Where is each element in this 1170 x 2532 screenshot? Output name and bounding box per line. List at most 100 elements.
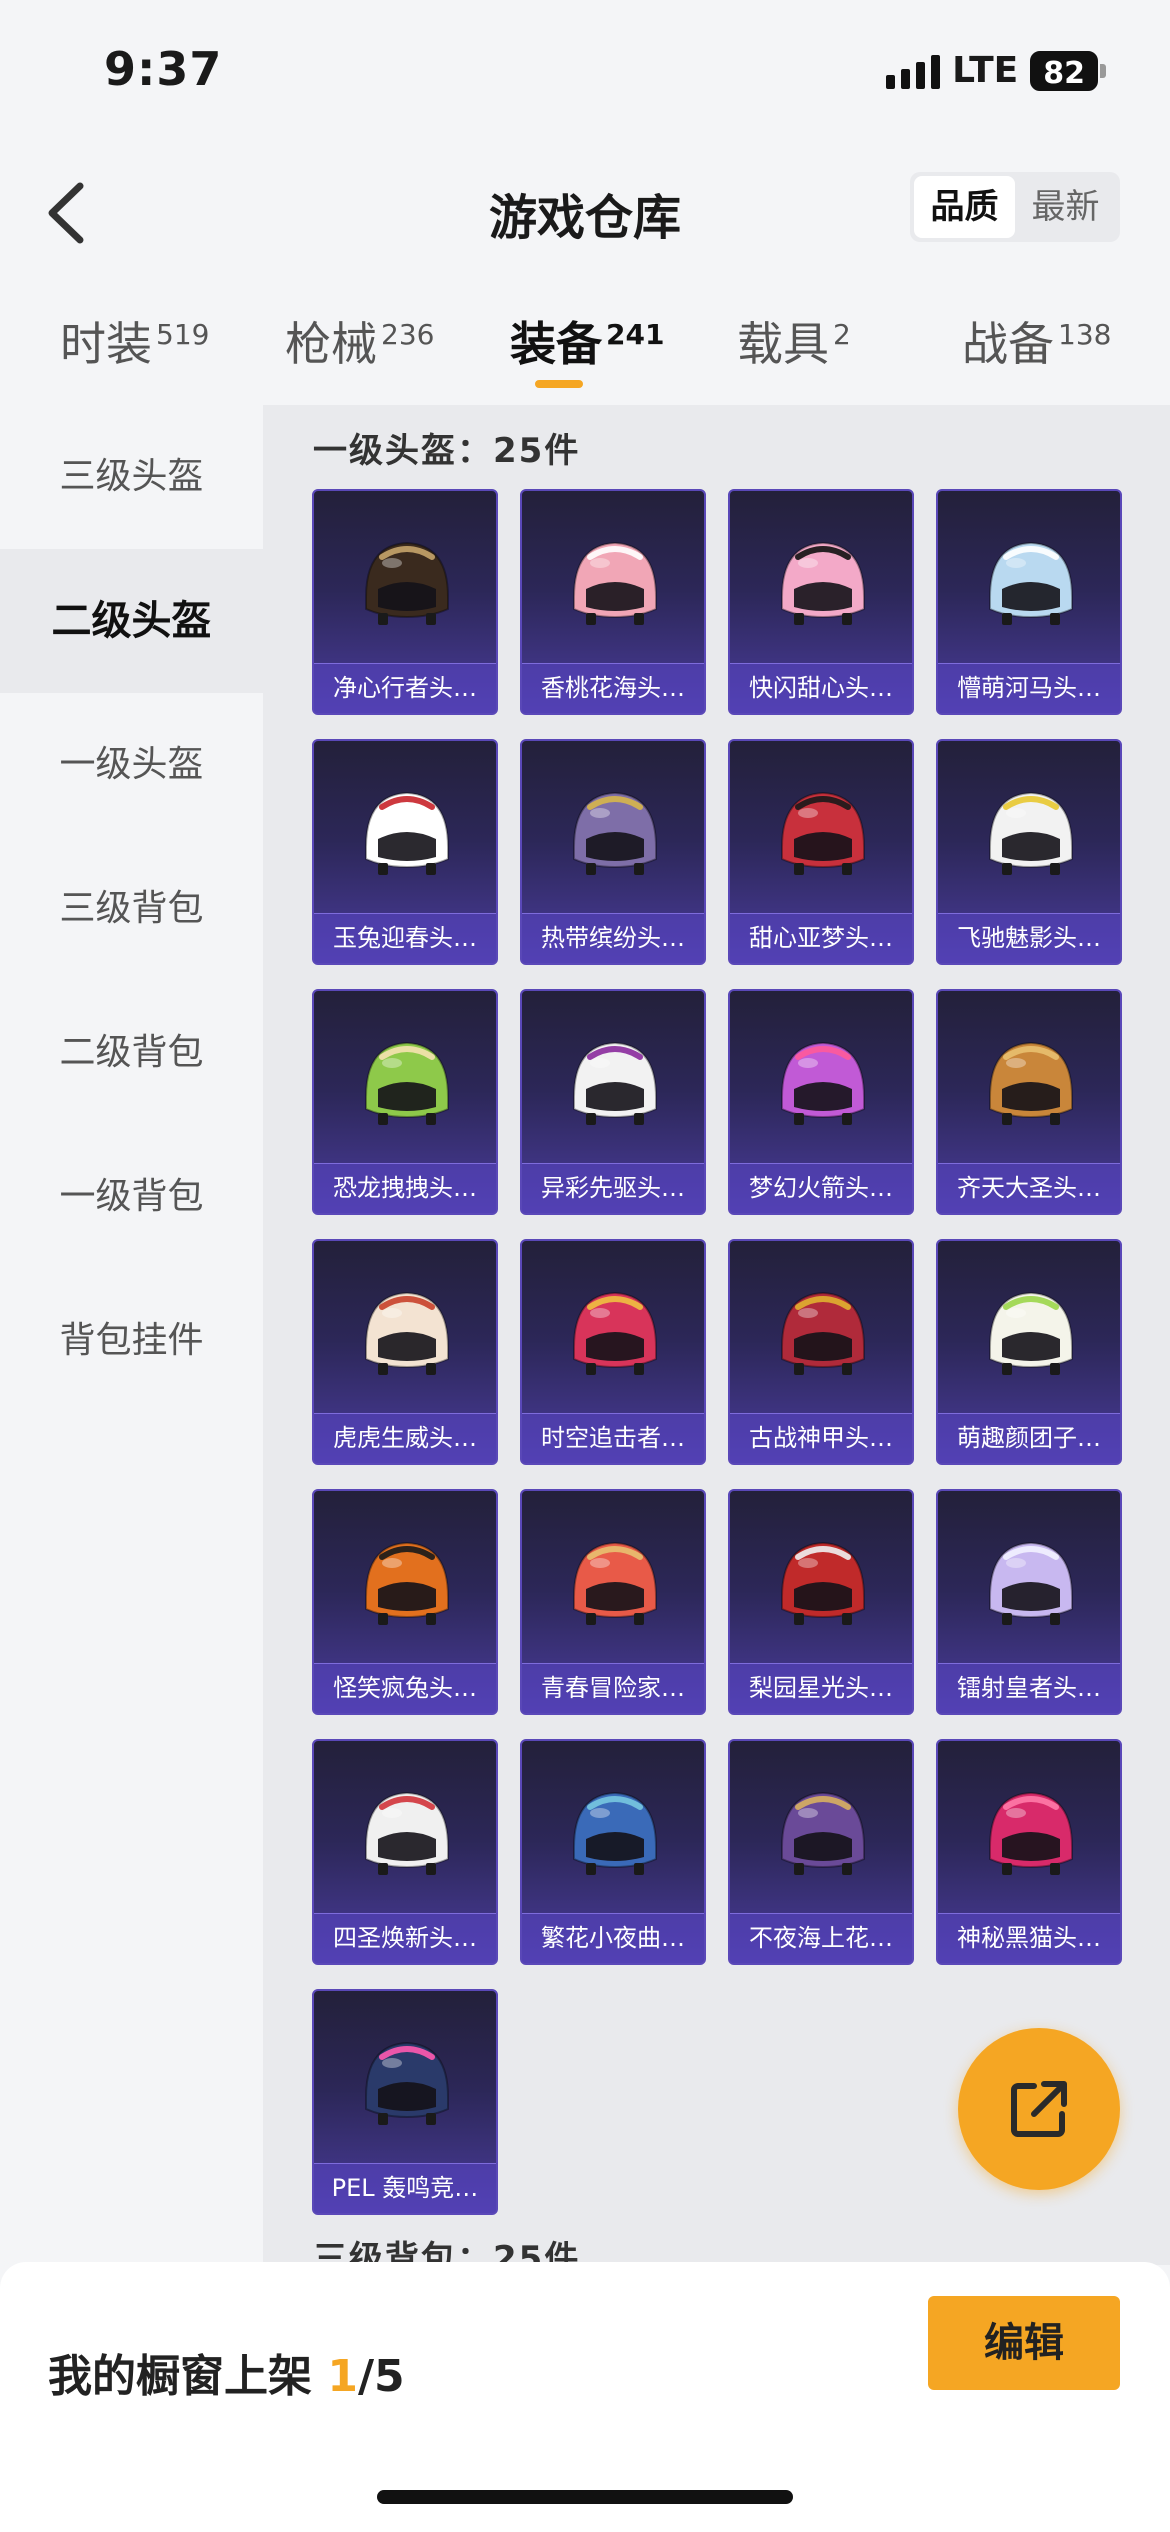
item-card[interactable]: 青春冒险家… bbox=[520, 1489, 706, 1715]
tab-supplies[interactable]: 战备 138 bbox=[962, 308, 1111, 374]
sidebar-item-level1-helmet[interactable]: 一级头盔 bbox=[0, 693, 263, 837]
item-card[interactable]: 玉兔迎春头… bbox=[312, 739, 498, 965]
share-button[interactable] bbox=[958, 2028, 1120, 2190]
sidebar-item-level2-backpack[interactable]: 二级背包 bbox=[0, 981, 263, 1125]
item-card[interactable]: 恐龙拽拽头… bbox=[312, 989, 498, 1215]
next-section-title: 三级背包：25件 bbox=[313, 2239, 581, 2265]
edit-button[interactable]: 编辑 bbox=[928, 2296, 1120, 2390]
tab-vehicles[interactable]: 载具 2 bbox=[737, 308, 851, 374]
helmet-icon bbox=[989, 1541, 1073, 1625]
item-card[interactable]: 繁花小夜曲… bbox=[520, 1739, 706, 1965]
category-tabs: 时装 519 枪械 236 装备 241 载具 2 战备 138 bbox=[0, 300, 1170, 400]
helmet-icon bbox=[573, 1791, 657, 1875]
helmet-icon bbox=[573, 791, 657, 875]
helmet-icon bbox=[365, 1291, 449, 1375]
status-indicators: LTE 82 bbox=[886, 50, 1106, 91]
showcase-current: 1 bbox=[327, 2351, 358, 2402]
helmet-icon bbox=[781, 1541, 865, 1625]
item-card[interactable]: 异彩先驱头… bbox=[520, 989, 706, 1215]
tab-label: 战备 bbox=[962, 317, 1054, 371]
item-card[interactable]: 热带缤纷头… bbox=[520, 739, 706, 965]
showcase-label: 我的橱窗上架 bbox=[48, 2351, 328, 2402]
item-card[interactable]: 古战神甲头… bbox=[728, 1239, 914, 1465]
item-card[interactable]: 四圣焕新头… bbox=[312, 1739, 498, 1965]
item-name: 懵萌河马头… bbox=[957, 674, 1101, 702]
item-name: 飞驰魅影头… bbox=[957, 924, 1101, 952]
item-name: 玉兔迎春头… bbox=[333, 924, 477, 952]
item-card[interactable]: 梦幻火箭头… bbox=[728, 989, 914, 1215]
helmet-icon bbox=[781, 1041, 865, 1125]
item-name: 梨园星光头… bbox=[749, 1674, 893, 1702]
item-card[interactable]: 时空追击者… bbox=[520, 1239, 706, 1465]
helmet-icon bbox=[573, 1541, 657, 1625]
item-name: 怪笑疯兔头… bbox=[333, 1674, 477, 1702]
item-card[interactable]: 梨园星光头… bbox=[728, 1489, 914, 1715]
item-card[interactable]: 净心行者头… bbox=[312, 489, 498, 715]
item-name: 香桃花海头… bbox=[541, 674, 685, 702]
header: 游戏仓库 品质 最新 bbox=[0, 160, 1170, 260]
helmet-icon bbox=[989, 791, 1073, 875]
item-card[interactable]: 神秘黑猫头… bbox=[936, 1739, 1122, 1965]
helmet-icon bbox=[989, 541, 1073, 625]
item-card[interactable]: 怪笑疯兔头… bbox=[312, 1489, 498, 1715]
item-list[interactable]: 一级头盔：25件 净心行者头… 香桃花海头… 快闪甜心头… 懵萌河马头… 玉兔迎春头… 热… bbox=[263, 405, 1170, 2265]
sidebar-item-level2-helmet[interactable]: 二级头盔 bbox=[0, 549, 263, 693]
helmet-icon bbox=[573, 1291, 657, 1375]
tab-fashion[interactable]: 时装 519 bbox=[60, 308, 209, 374]
sidebar: 三级头盔 二级头盔 一级头盔 三级背包 二级背包 一级背包 背包挂件 bbox=[0, 405, 263, 2265]
item-name: 齐天大圣头… bbox=[957, 1174, 1101, 1202]
helmet-icon bbox=[573, 541, 657, 625]
sort-quality-button[interactable]: 品质 bbox=[914, 176, 1015, 238]
helmet-icon bbox=[573, 1041, 657, 1125]
tab-count: 241 bbox=[606, 317, 665, 351]
item-name: 青春冒险家… bbox=[541, 1674, 685, 1702]
active-tab-indicator bbox=[535, 380, 583, 388]
network-label: LTE bbox=[952, 50, 1019, 91]
item-card[interactable]: 飞驰魅影头… bbox=[936, 739, 1122, 965]
item-card[interactable]: 不夜海上花… bbox=[728, 1739, 914, 1965]
sidebar-item-level1-backpack[interactable]: 一级背包 bbox=[0, 1125, 263, 1269]
helmet-icon bbox=[989, 1791, 1073, 1875]
helmet-icon bbox=[365, 2041, 449, 2125]
item-card[interactable]: 懵萌河马头… bbox=[936, 489, 1122, 715]
sidebar-item-backpack-charm[interactable]: 背包挂件 bbox=[0, 1269, 263, 1413]
item-card[interactable]: 甜心亚梦头… bbox=[728, 739, 914, 965]
helmet-icon bbox=[989, 1291, 1073, 1375]
sidebar-item-level3-backpack[interactable]: 三级背包 bbox=[0, 837, 263, 981]
item-grid: 净心行者头… 香桃花海头… 快闪甜心头… 懵萌河马头… 玉兔迎春头… 热带缤纷头… 甜心亚梦… bbox=[312, 489, 1122, 2215]
showcase-status: 我的橱窗上架 1/5 bbox=[48, 2340, 405, 2404]
item-name: PEL 轰鸣竞… bbox=[331, 2174, 479, 2202]
item-name: 神秘黑猫头… bbox=[957, 1924, 1101, 1952]
item-name: 快闪甜心头… bbox=[749, 674, 893, 702]
item-card[interactable]: 香桃花海头… bbox=[520, 489, 706, 715]
helmet-icon bbox=[781, 541, 865, 625]
item-name: 四圣焕新头… bbox=[333, 1924, 477, 1952]
item-name: 不夜海上花… bbox=[749, 1924, 893, 1952]
sort-latest-button[interactable]: 最新 bbox=[1015, 176, 1116, 238]
section-title: 一级头盔：25件 bbox=[313, 431, 581, 471]
bottom-bar: 我的橱窗上架 1/5 编辑 bbox=[0, 2262, 1170, 2532]
sidebar-item-level3-helmet[interactable]: 三级头盔 bbox=[0, 405, 263, 549]
item-name: 净心行者头… bbox=[333, 674, 477, 702]
status-time: 9:37 bbox=[104, 42, 223, 96]
tab-equipment[interactable]: 装备 241 bbox=[510, 308, 664, 374]
item-name: 甜心亚梦头… bbox=[749, 924, 893, 952]
item-card[interactable]: 镭射皇者头… bbox=[936, 1489, 1122, 1715]
tab-guns[interactable]: 枪械 236 bbox=[285, 308, 434, 374]
tab-count: 2 bbox=[833, 317, 851, 351]
helmet-icon bbox=[365, 791, 449, 875]
tab-count: 519 bbox=[156, 317, 210, 351]
item-card[interactable]: PEL 轰鸣竞… bbox=[312, 1989, 498, 2215]
item-card[interactable]: 萌趣颜团子… bbox=[936, 1239, 1122, 1465]
showcase-total: /5 bbox=[357, 2351, 405, 2402]
item-card[interactable]: 快闪甜心头… bbox=[728, 489, 914, 715]
helmet-icon bbox=[989, 1041, 1073, 1125]
item-card[interactable]: 齐天大圣头… bbox=[936, 989, 1122, 1215]
item-name: 萌趣颜团子… bbox=[957, 1424, 1101, 1452]
item-card[interactable]: 虎虎生威头… bbox=[312, 1239, 498, 1465]
helmet-icon bbox=[365, 541, 449, 625]
sort-toggle: 品质 最新 bbox=[910, 172, 1120, 242]
helmet-icon bbox=[781, 1291, 865, 1375]
helmet-icon bbox=[365, 1041, 449, 1125]
item-name: 梦幻火箭头… bbox=[749, 1174, 893, 1202]
